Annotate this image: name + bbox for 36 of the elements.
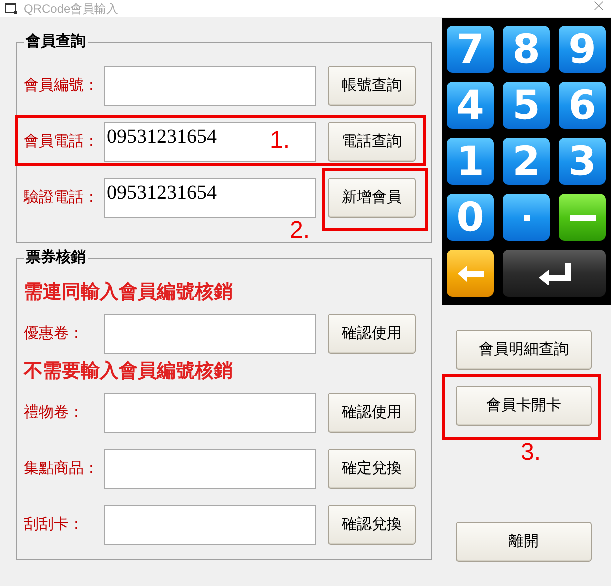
action-button[interactable]: 確認使用 <box>328 314 416 354</box>
field-label: 會員電話： <box>24 132 100 152</box>
input-field[interactable] <box>104 66 316 106</box>
action-button[interactable]: 電話查詢 <box>328 122 416 162</box>
action-button[interactable]: 會員卡開卡 <box>456 386 592 426</box>
input-field[interactable] <box>104 393 316 433</box>
field-label: 優惠卷： <box>24 324 85 344</box>
field-label: 禮物卷： <box>24 402 85 423</box>
action-button[interactable]: 確定兌換 <box>328 449 416 489</box>
action-button[interactable]: 帳號查詢 <box>328 66 416 106</box>
field-label: 驗證電話： <box>24 188 100 208</box>
action-button[interactable]: 會員明細查詢 <box>456 330 592 370</box>
step-number: 1. <box>270 130 290 152</box>
input-field[interactable] <box>104 449 316 489</box>
section-heading: 需連同輸入會員編號核銷 <box>24 280 234 304</box>
action-button[interactable]: 新增會員 <box>328 178 416 218</box>
action-button[interactable]: 確認兌換 <box>328 505 416 545</box>
field-label: 刮刮卡： <box>24 514 85 535</box>
group-title: 票券核銷 <box>24 249 88 267</box>
input-field[interactable]: 09531231654 <box>104 178 316 218</box>
action-button[interactable]: 確認使用 <box>328 393 416 433</box>
field-label: 會員編號： <box>24 76 100 96</box>
action-button[interactable]: 離開 <box>456 522 592 562</box>
input-field[interactable] <box>104 505 316 545</box>
left-arrow-icon <box>458 266 484 282</box>
section-heading: 不需要輸入會員編號核銷 <box>24 359 234 383</box>
field-label: 集點商品： <box>24 458 100 479</box>
input-field[interactable] <box>104 314 316 354</box>
window-icon <box>5 2 18 14</box>
keypad-key[interactable] <box>503 250 606 297</box>
enter-icon <box>538 262 570 284</box>
group-title: 會員查詢 <box>24 33 88 51</box>
step-number: 3. <box>521 442 542 464</box>
step-number: 2. <box>290 220 310 242</box>
window-title: QRCode會員輸入 <box>24 0 119 18</box>
minus-icon <box>570 214 596 220</box>
